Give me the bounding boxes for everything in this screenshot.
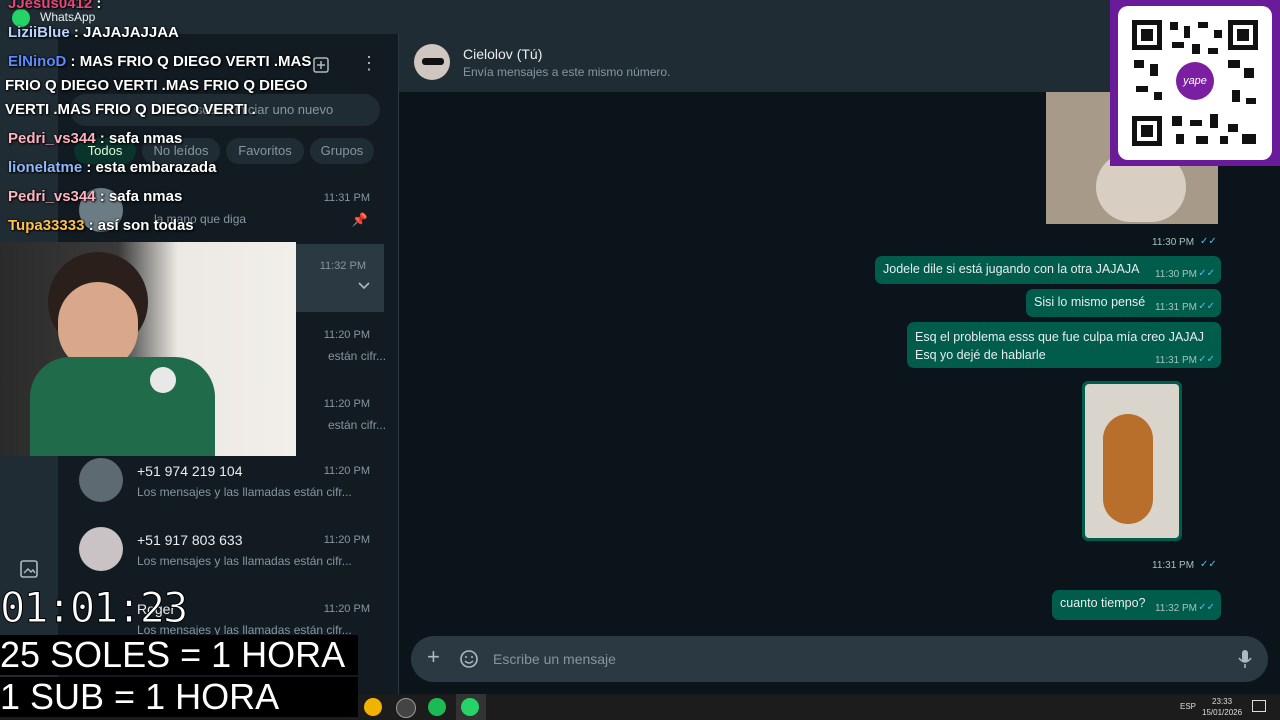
notifications-icon[interactable] [1252,700,1266,712]
pin-icon: 📌 [351,212,368,227]
window-title: WhatsApp [40,10,96,24]
message-bubble[interactable]: cuanto tiempo? 11:32 PM ✓✓ [1052,590,1221,620]
composer-placeholder[interactable]: Escribe un mensaje [493,651,616,667]
message-bubble[interactable]: Sisi lo mismo pensé 11:31 PM ✓✓ [1026,289,1221,317]
media-icon[interactable] [19,559,39,579]
avatar[interactable] [414,44,450,80]
read-ticks-icon: ✓✓ [1200,559,1217,570]
filter-groups[interactable]: Grupos [310,138,374,164]
clock-time[interactable]: 23:33 [1212,697,1232,706]
stream-chat-line: ElNinoD : MAS FRIO Q DIEGO VERTI .MAS [8,53,312,70]
read-ticks-icon: ✓✓ [1198,354,1215,365]
price-line-soles: 25 SOLES = 1 HORA [0,635,358,675]
language-indicator[interactable]: ESP [1180,702,1196,711]
filter-favorites[interactable]: Favoritos [226,138,304,164]
list-item[interactable]: +51 974 219 104 Los mensajes y las llama… [58,450,388,518]
sticker-icon[interactable] [459,649,479,669]
spotify-icon[interactable] [428,698,446,716]
stream-chat-line: Tupa33333 : así son todas [8,217,194,234]
stream-chat-line: FRIO Q DIEGO VERTI .MAS FRIO Q DIEGO [5,77,308,94]
qr-code: yape [1118,6,1272,160]
yape-logo: yape [1176,62,1214,100]
stream-chat-line: Pedri_vs344 : safa nmas [8,130,183,147]
microphone-icon[interactable] [1237,648,1253,670]
chrome-icon[interactable] [364,698,382,716]
image-message[interactable] [1082,381,1182,541]
read-ticks-icon: ✓✓ [1198,602,1215,613]
new-chat-icon[interactable] [312,56,330,74]
read-ticks-icon: ✓✓ [1200,236,1217,247]
chevron-down-icon[interactable] [358,282,370,290]
stream-chat-line: lionelatme : esta embarazada [8,159,217,176]
app-icon[interactable] [396,698,416,718]
menu-icon[interactable]: ⋮ [360,54,378,72]
read-ticks-icon: ✓✓ [1198,268,1215,279]
stream-chat-line: JJesus0412 : [8,0,102,12]
list-item[interactable]: +51 917 803 633 Los mensajes y las llama… [58,519,388,587]
message-bubble[interactable]: Jodele dile si está jugando con la otra … [875,256,1221,284]
message-bubble[interactable]: Esq el problema esss que fue culpa mía c… [907,322,1221,368]
contact-subtitle: Envía mensajes a este mismo número. [463,65,671,79]
stream-chat-line: VERTI .MAS FRIO Q DIEGO VERTI . [5,101,256,118]
clock-date[interactable]: 15/01/2026 [1202,708,1242,717]
read-ticks-icon: ✓✓ [1198,301,1215,312]
webcam-feed [0,242,296,456]
stream-chat-line: Pedri_vs344 : safa nmas [8,188,183,205]
attach-plus-icon[interactable]: + [427,646,440,668]
whatsapp-taskbar-icon[interactable] [461,698,479,716]
price-line-sub: 1 SUB = 1 HORA [0,677,358,717]
message-composer: + Escribe un mensaje [411,636,1268,682]
title-bar [0,0,1280,34]
stream-chat-line: LiziiBlue : JAJAJAJJAA [8,24,179,41]
subathon-timer: 01:01:23 [0,583,189,633]
contact-name: Cielolov (Tú) [463,46,543,62]
